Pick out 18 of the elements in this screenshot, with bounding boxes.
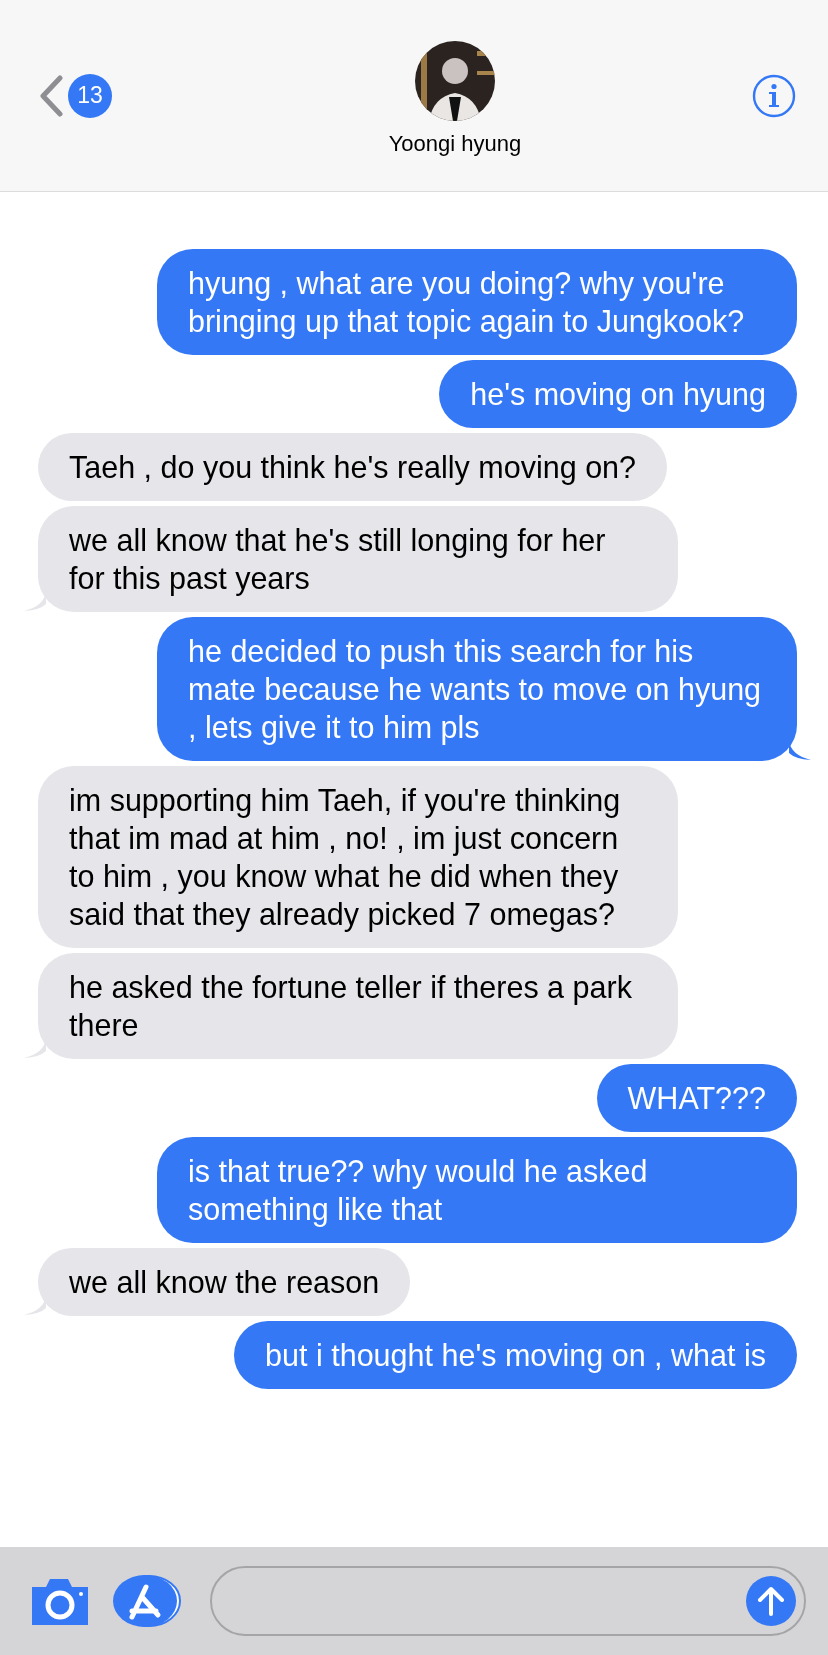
message-bubble: im supporting him Taeh, if you're thinking that im mad at him , no! , im just concern to him , you know what he did when they said that they already picked 7 omegas?	[38, 766, 678, 948]
message-bubble: he decided to push this search for his mate because he wants to move on hyung , lets give it to him pls	[157, 617, 797, 761]
message-bubble: is that true?? why would he asked something like that	[157, 1137, 797, 1243]
message-bubble: he's moving on hyung	[439, 360, 797, 428]
app-store-icon[interactable]	[112, 1575, 182, 1627]
message-bubble: we all know the reason	[38, 1248, 411, 1316]
message-bubble: WHAT???	[596, 1064, 797, 1132]
message-bubble: Taeh , do you think he's really moving on?	[38, 433, 668, 501]
message-bubble: hyung , what are you doing? why you're bringing up that topic again to Jungkook?	[157, 249, 797, 355]
message-bubble: he asked the fortune teller if theres a park there	[38, 953, 678, 1059]
send-button[interactable]	[746, 1576, 796, 1626]
back-chevron-icon[interactable]	[38, 74, 64, 117]
message-input-field[interactable]	[210, 1566, 806, 1636]
unread-count-badge[interactable]: 13	[68, 73, 112, 118]
contact-name[interactable]: Yoongi hyung	[388, 130, 522, 157]
info-icon[interactable]	[752, 73, 796, 118]
message-bubble: we all know that he's still longing for her for this past years	[38, 506, 678, 612]
message-bubble: but i thought he's moving on , what is	[234, 1321, 797, 1389]
